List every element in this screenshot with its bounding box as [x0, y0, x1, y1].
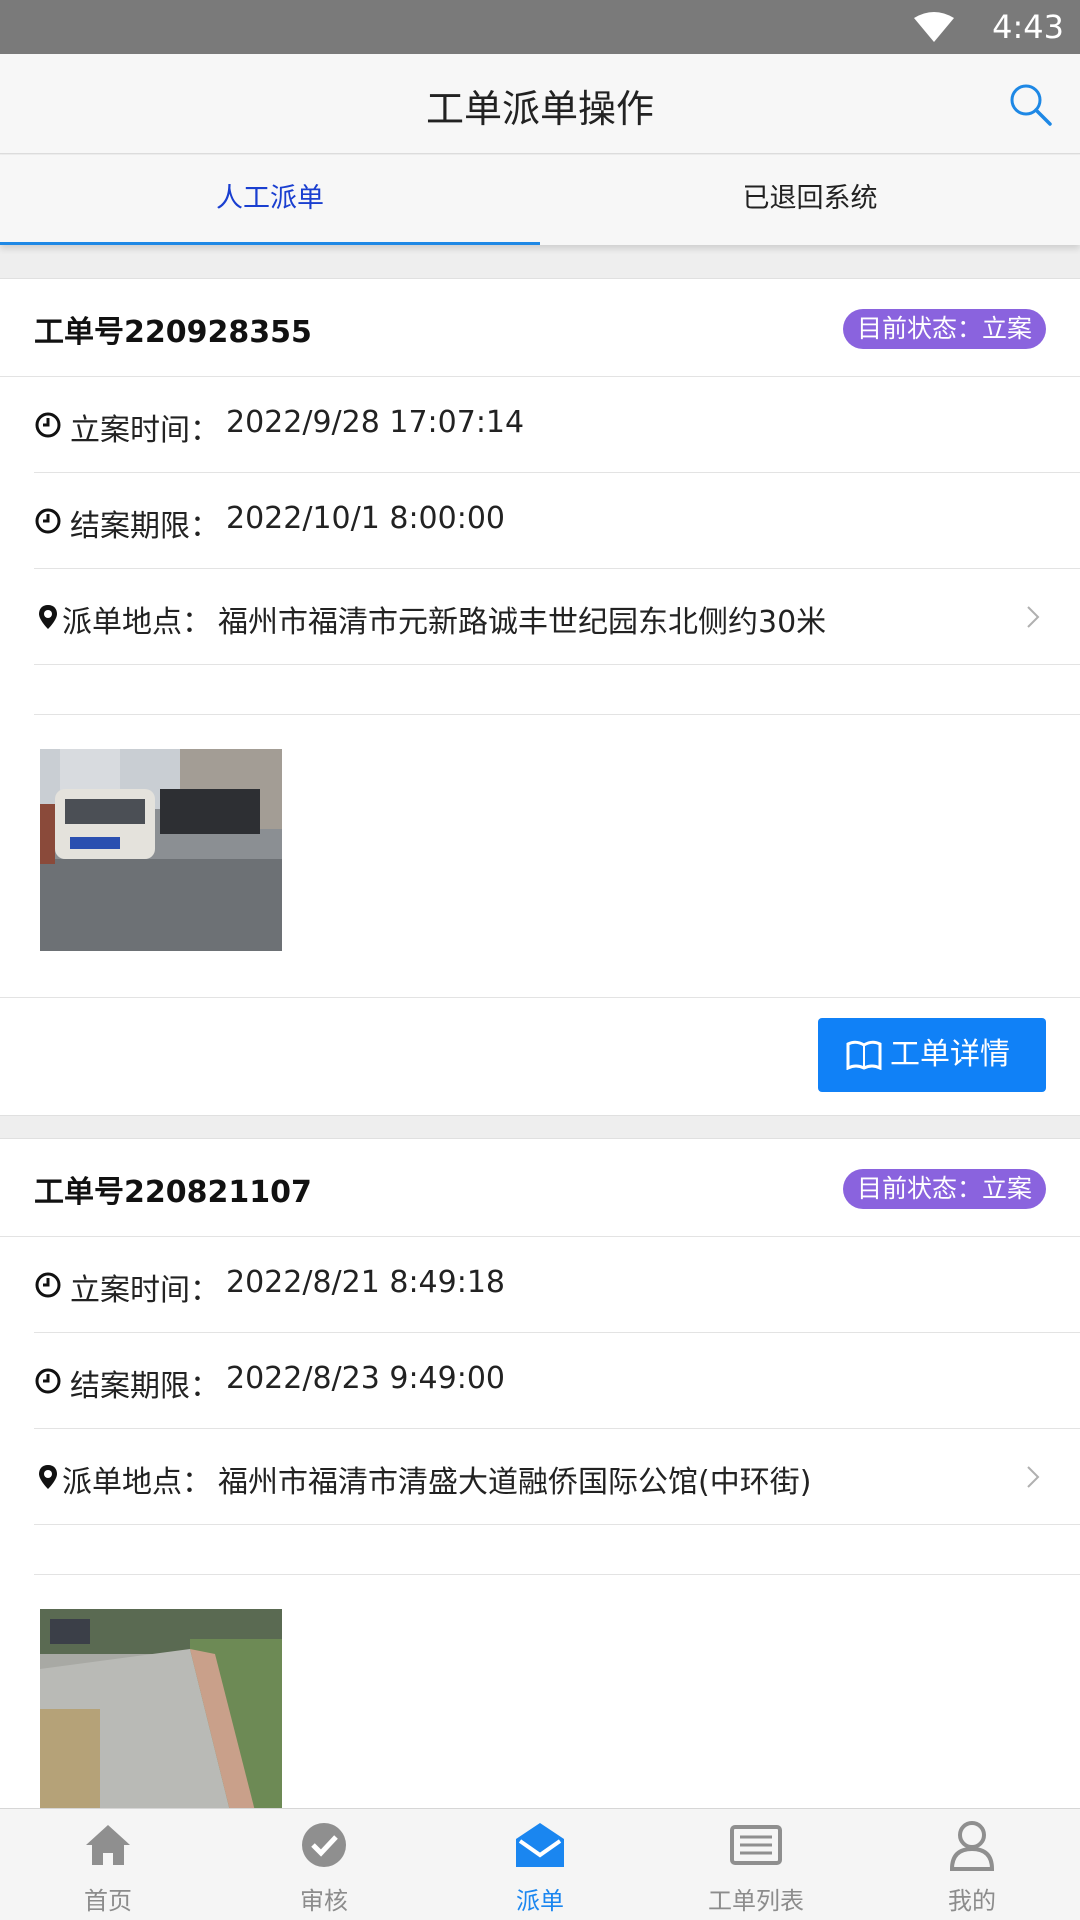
home-icon — [86, 1825, 130, 1865]
divider — [34, 1525, 1080, 1575]
status-bar: 4:43 — [0, 0, 1080, 54]
list-icon — [730, 1825, 782, 1865]
nav-home[interactable]: 首页 — [0, 1809, 216, 1920]
clock-icon — [35, 508, 61, 534]
order-number: 工单号220821107 — [34, 1175, 312, 1210]
nav-home-label: 首页 — [84, 1887, 132, 1915]
nav-mine[interactable]: 我的 — [864, 1809, 1080, 1920]
order-number: 工单号220928355 — [34, 315, 312, 350]
filed-time-row: 立案时间： 2022/9/28 17:07:14 — [34, 377, 1080, 473]
order-photo[interactable] — [40, 1609, 282, 1811]
deadline-label: 结案期限： — [70, 1369, 220, 1404]
map-pin-icon — [39, 1465, 57, 1489]
bottom-nav: 首页 审核 派单 工单列表 我的 — [0, 1808, 1080, 1920]
location-row[interactable]: 派单地点： 福州市福清市元新路诚丰世纪园东北侧约30米 — [34, 569, 1080, 665]
tab-returned-system[interactable]: 已退回系统 — [540, 155, 1080, 245]
filed-time-row: 立案时间： 2022/8/21 8:49:18 — [34, 1237, 1080, 1333]
divider — [34, 665, 1080, 715]
tab-bar: 人工派单 已退回系统 — [0, 155, 1080, 245]
chevron-right-icon — [1027, 1466, 1040, 1488]
nav-review[interactable]: 审核 — [216, 1809, 432, 1920]
deadline-label: 结案期限： — [70, 509, 220, 544]
order-card-header: 工单号220928355 目前状态：立案 — [0, 279, 1080, 377]
deadline-row: 结案期限： 2022/8/23 9:49:00 — [34, 1333, 1080, 1429]
filed-time-label: 立案时间： — [70, 1273, 220, 1308]
app-header: 工单派单操作 — [0, 54, 1080, 154]
order-card[interactable]: 工单号220928355 目前状态：立案 立案时间： 2022/9/28 17:… — [0, 278, 1080, 1116]
order-detail-button[interactable]: 工单详情 — [818, 1018, 1046, 1092]
nav-review-label: 审核 — [300, 1887, 348, 1915]
filed-time-value: 2022/8/21 8:49:18 — [226, 1265, 506, 1300]
order-photo[interactable] — [40, 749, 282, 951]
nav-dispatch-label: 派单 — [516, 1887, 564, 1915]
location-label: 派单地点： — [62, 1465, 212, 1500]
deadline-value: 2022/8/23 9:49:00 — [226, 1361, 506, 1396]
wifi-icon — [914, 12, 954, 42]
chevron-right-icon — [1027, 606, 1040, 628]
check-circle-icon — [302, 1823, 346, 1867]
map-pin-icon — [39, 605, 57, 629]
filed-time-value: 2022/9/28 17:07:14 — [226, 405, 525, 440]
clock-icon — [35, 1368, 61, 1394]
search-icon[interactable] — [1006, 80, 1054, 128]
user-icon — [949, 1821, 995, 1871]
order-detail-label: 工单详情 — [890, 1037, 1010, 1072]
location-row[interactable]: 派单地点： 福州市福清市清盛大道融侨国际公馆(中环街) — [34, 1429, 1080, 1525]
tab-manual-dispatch[interactable]: 人工派单 — [0, 155, 540, 245]
status-badge: 目前状态：立案 — [842, 1169, 1046, 1209]
nav-order-list[interactable]: 工单列表 — [648, 1809, 864, 1920]
location-label: 派单地点： — [62, 605, 212, 640]
clock-icon — [35, 1272, 61, 1298]
nav-dispatch[interactable]: 派单 — [432, 1809, 648, 1920]
deadline-value: 2022/10/1 8:00:00 — [226, 501, 506, 536]
location-value: 福州市福清市清盛大道融侨国际公馆(中环街) — [218, 1465, 812, 1500]
clock: 4:43 — [992, 8, 1064, 46]
clock-icon — [35, 412, 61, 438]
order-card[interactable]: 工单号220821107 目前状态：立案 立案时间： 2022/8/21 8:4… — [0, 1138, 1080, 1818]
book-icon — [846, 1040, 882, 1070]
nav-mine-label: 我的 — [948, 1887, 996, 1915]
order-card-header: 工单号220821107 目前状态：立案 — [0, 1139, 1080, 1237]
deadline-row: 结案期限： 2022/10/1 8:00:00 — [34, 473, 1080, 569]
filed-time-label: 立案时间： — [70, 413, 220, 448]
card-actions: 工单详情 — [0, 997, 1080, 1117]
status-badge: 目前状态：立案 — [842, 309, 1046, 349]
location-value: 福州市福清市元新路诚丰世纪园东北侧约30米 — [218, 605, 827, 640]
dispatch-envelope-icon — [516, 1823, 564, 1867]
nav-order-list-label: 工单列表 — [708, 1887, 804, 1915]
page-title: 工单派单操作 — [425, 87, 654, 131]
